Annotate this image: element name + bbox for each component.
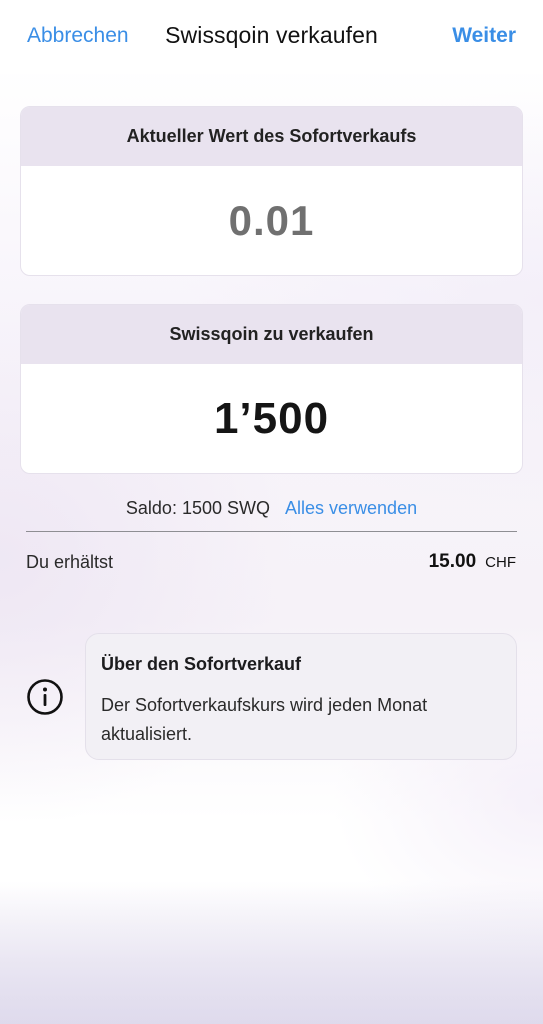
instant-sale-value-card: Aktueller Wert des Sofortverkaufs 0.01 — [20, 106, 523, 276]
sell-amount-header: Swissqoin zu verkaufen — [21, 305, 522, 364]
balance-text: Saldo: 1500 SWQ — [125, 498, 270, 518]
instant-sale-value-header: Aktueller Wert des Sofortverkaufs — [21, 107, 522, 166]
sell-amount-card[interactable]: Swissqoin zu verkaufen 1’500 — [20, 304, 523, 474]
receive-amount: 15.00 — [428, 551, 477, 572]
instant-sale-value-body: 0.01 — [21, 166, 522, 275]
divider — [26, 531, 517, 532]
instant-sale-value: 0.01 — [228, 197, 315, 244]
balance-row: Saldo: 1500 SWQ Alles verwenden — [0, 498, 543, 519]
navigation-bar: Abbrechen Swissqoin verkaufen Weiter — [0, 0, 543, 74]
info-title: Über den Sofortverkauf — [101, 654, 302, 674]
info-circle-icon — [26, 678, 64, 716]
sell-screen: Abbrechen Swissqoin verkaufen Weiter Akt… — [0, 0, 543, 1024]
use-all-button[interactable]: Alles verwenden — [285, 498, 417, 518]
receive-value: 15.00 CHF — [429, 551, 516, 573]
receive-currency: CHF — [485, 554, 516, 571]
sell-amount-body[interactable]: 1’500 — [21, 364, 522, 473]
receive-label: Du erhältst — [26, 552, 114, 572]
info-bubble: Über den Sofortverkauf Der Sofortverkauf… — [85, 633, 517, 760]
info-text: Der Sofortverkaufskurs wird jeden Monat … — [101, 695, 428, 744]
sell-amount-input[interactable]: 1’500 — [214, 394, 329, 444]
next-button[interactable]: Weiter — [452, 24, 516, 48]
